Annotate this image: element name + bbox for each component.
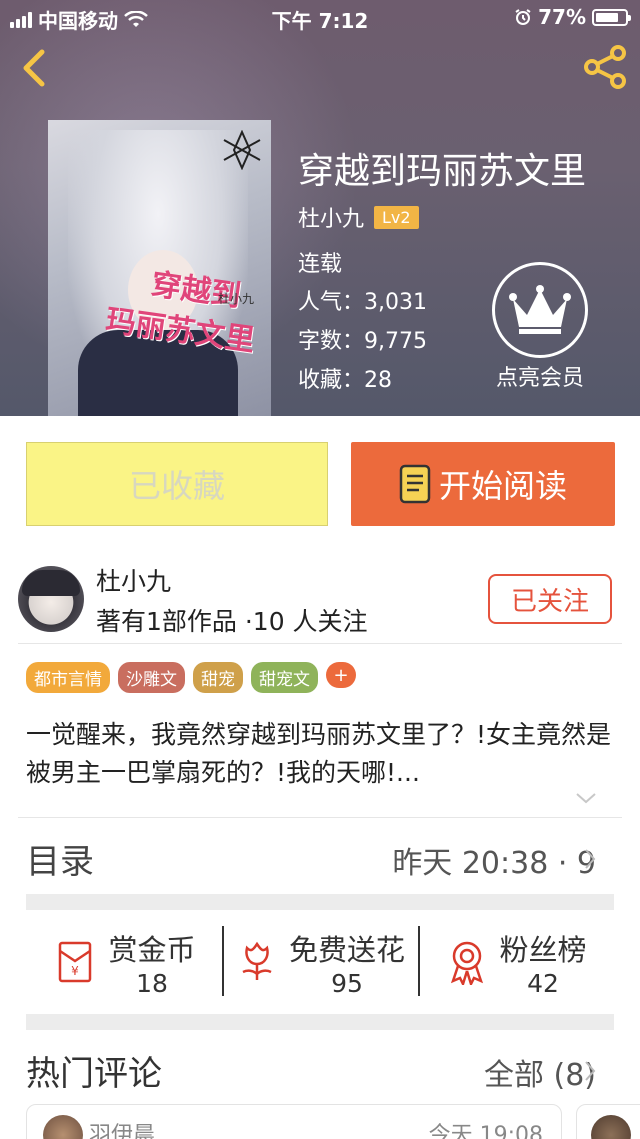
send-flower-count: 95	[331, 968, 363, 998]
book-cover[interactable]: 穿越到 玛丽苏文里 杜小九	[48, 120, 271, 416]
book-status: 连载	[298, 252, 343, 277]
section-separator	[26, 1014, 614, 1030]
share-icon	[584, 45, 626, 89]
tag-shadiao-wen[interactable]: 沙雕文	[118, 662, 185, 693]
back-button[interactable]	[14, 46, 54, 90]
fan-ranking-label: 粉丝榜	[499, 932, 587, 967]
share-button[interactable]	[582, 44, 628, 90]
battery-icon	[592, 8, 631, 26]
vip-label: 点亮会员	[495, 366, 584, 391]
follow-button[interactable]: 已关注	[488, 574, 612, 624]
cover-emblem-icon	[223, 130, 261, 170]
expand-synopsis-icon[interactable]	[574, 790, 598, 806]
chevron-right-icon	[585, 849, 596, 869]
start-reading-button[interactable]: 开始阅读	[351, 442, 615, 526]
tag-tianchong-wen[interactable]: 甜宠文	[251, 662, 318, 693]
red-envelope-icon: ¥	[59, 941, 92, 983]
commenter-name: 羽伊晨	[89, 1123, 156, 1139]
medal-icon	[451, 941, 484, 985]
fan-ranking-button[interactable]: 粉丝榜 42	[418, 910, 614, 1014]
commenter-avatar[interactable]	[43, 1115, 83, 1139]
chevron-right-icon	[585, 1061, 596, 1081]
vip-circle	[492, 262, 588, 358]
vip-button[interactable]: 点亮会员	[488, 262, 592, 392]
author-line: 杜小九 Lv2	[298, 201, 419, 233]
fan-ranking-count: 42	[527, 968, 559, 998]
author-name-link[interactable]: 杜小九	[298, 201, 364, 233]
status-right: 77%	[514, 5, 631, 29]
stat-popularity: 人气：3,031	[298, 290, 427, 315]
tag-tianchong[interactable]: 甜宠	[193, 662, 243, 693]
reward-actions: ¥ 赏金币 18 免费送花 95 粉丝榜 42	[26, 910, 614, 1014]
commenter-avatar[interactable]	[591, 1115, 631, 1139]
comment-time: 今天 19:08	[428, 1123, 543, 1139]
table-of-contents-row[interactable]: 目录 昨天 20:38 · 9	[0, 818, 640, 894]
book-synopsis: 一觉醒来，我竟然穿越到玛丽苏文里了？!女主竟然是被男主一巴掌扇死的？!我的天哪!…	[26, 720, 612, 787]
chevron-left-icon	[23, 49, 45, 87]
battery-percent: 77%	[538, 5, 586, 29]
status-bar: 中国移动 下午 7:12 77%	[0, 0, 640, 34]
start-reading-label: 开始阅读	[438, 467, 567, 505]
comment-card[interactable]: 羽伊晨 今天 19:08	[26, 1104, 562, 1139]
toc-title: 目录	[26, 842, 94, 882]
author-profile-summary: 著有1部作品 ·10 人关注	[96, 607, 368, 636]
author-profile-row[interactable]: 杜小九 著有1部作品 ·10 人关注 已关注	[0, 556, 640, 642]
alarm-icon	[515, 9, 531, 25]
send-flower-button[interactable]: 免费送花 95	[222, 910, 418, 1014]
book-header: 中国移动 下午 7:12 77% 穿越到 玛丽苏文里 杜小九 穿越到玛丽苏文里 …	[0, 0, 640, 416]
svg-text:¥: ¥	[72, 964, 80, 978]
favorite-button[interactable]: 已收藏	[26, 442, 328, 526]
send-flower-label: 免费送花	[288, 932, 405, 967]
comment-card[interactable]	[576, 1104, 640, 1139]
author-avatar[interactable]	[18, 566, 84, 632]
toc-latest-update: 昨天 20:38 · 9	[392, 846, 596, 881]
level-badge: Lv2	[374, 205, 419, 229]
stat-word-count: 字数：9,775	[298, 329, 427, 354]
section-separator	[26, 894, 614, 910]
author-profile-name: 杜小九	[96, 567, 172, 596]
divider	[18, 643, 622, 644]
flower-icon	[242, 941, 272, 980]
book-title: 穿越到玛丽苏文里	[298, 151, 587, 192]
all-comments-link[interactable]: 全部 (8)	[484, 1050, 596, 1094]
tag-dushi-yanqing[interactable]: 都市言情	[26, 662, 110, 693]
book-icon	[399, 464, 431, 504]
reward-coins-button[interactable]: ¥ 赏金币 18	[26, 910, 222, 1014]
cover-author-art: 杜小九	[218, 292, 255, 306]
hot-comments-title: 热门评论	[26, 1054, 162, 1094]
crown-icon	[509, 285, 571, 334]
stat-favorites: 收藏：28	[298, 368, 392, 393]
tag-list: 都市言情 沙雕文 甜宠 甜宠文 +	[26, 662, 356, 693]
reward-coins-label: 赏金币	[108, 932, 196, 967]
reward-coins-count: 18	[136, 968, 168, 998]
add-tag-button[interactable]: +	[326, 662, 356, 688]
